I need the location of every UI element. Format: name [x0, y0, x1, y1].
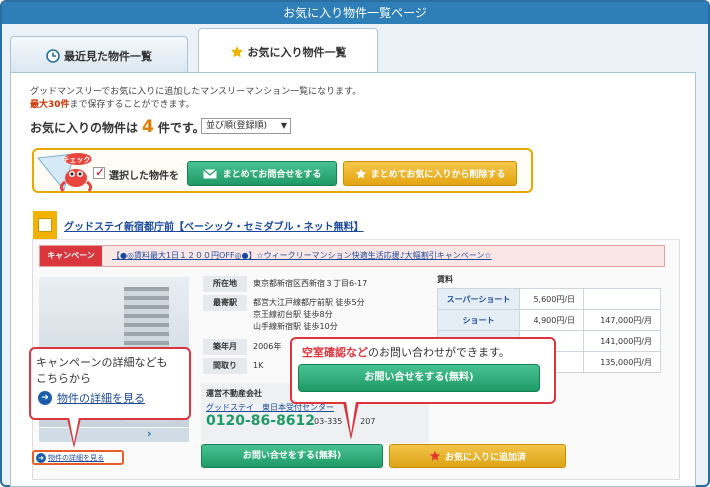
mascot-lobster-icon: チェック! — [37, 153, 94, 192]
callout-detail-link[interactable]: ➜ 物件の詳細を見る — [38, 390, 145, 406]
chevron-down-icon: ▼ — [280, 121, 287, 130]
max-count-label: 最大30件 — [30, 100, 70, 110]
intro-text: グッドマンスリーでお気に入りに追加したマンスリーマンション一覧になります。 — [30, 87, 362, 97]
select-checkbox[interactable]: ✓ — [93, 165, 106, 179]
sort-select[interactable]: 並び順(登録順) ▼ — [201, 118, 291, 134]
contact-button[interactable]: お問い合せをする(無料) — [201, 444, 383, 468]
callout-text: こちらから — [36, 372, 91, 385]
checkmark-icon: ✓ — [95, 165, 106, 179]
table-row: ショート 4,900円/日 147,000円/月 — [437, 309, 661, 331]
tab-favorites[interactable]: お気に入り物件一覧 — [198, 28, 378, 74]
arrow-right-icon: ➜ — [38, 391, 52, 405]
tab-recently-viewed[interactable]: 最近見た物件一覧 — [10, 36, 188, 74]
layout-value: 1K — [253, 361, 264, 370]
agent-label: 運営不動産会社 — [206, 389, 262, 398]
count-number: 4 — [142, 117, 154, 137]
tab-label: 最近見た物件一覧 — [64, 49, 152, 63]
bulk-remove-button[interactable]: まとめてお気に入りから削除する — [343, 161, 517, 186]
layout-label: 間取り — [203, 358, 247, 374]
property-title-link[interactable]: グッドステイ新宿都庁前【ベーシック・セミダブル・ネット無料】 — [64, 218, 364, 233]
arrow-right-icon: ➜ — [36, 452, 46, 463]
campaign-badge: キャンペーン — [40, 246, 102, 266]
mascot-badge-text: チェック! — [62, 155, 93, 164]
address-value: 東京都新宿区西新宿３丁目6-17 — [253, 279, 368, 288]
callout-text: 空室確認などのお問い合わせができます。 — [302, 346, 510, 359]
page-title: お気に入り物件一覧ページ — [2, 2, 708, 24]
tab-label: お気に入り物件一覧 — [247, 45, 347, 59]
favorite-added-button[interactable]: お気に入りに追加済 — [389, 444, 566, 468]
station-value: 京王線初台駅 徒歩8分 — [253, 310, 333, 319]
clock-icon — [46, 48, 60, 63]
property-detail-link[interactable]: ➜ 物件の詳細を見る — [32, 450, 124, 465]
mail-icon — [202, 168, 217, 178]
selected-label: 選択した物件を — [109, 171, 179, 182]
station-label: 最寄駅 — [203, 295, 247, 311]
built-label: 築年月 — [203, 339, 247, 355]
star-icon — [230, 45, 243, 57]
intro-limit: 最大30件まで保存することができます。 — [30, 100, 195, 110]
station-value: 山手線新宿駅 徒歩10分 — [253, 322, 338, 331]
table-row: スーパーショート 5,600円/日 — [437, 288, 661, 310]
agent-phone: 0120-86-8612 — [206, 413, 316, 429]
campaign-link[interactable]: 【●◎賃料最大1日１２００円OFF◎●】☆ウィークリーマンション快適生活応援♪大… — [112, 250, 492, 261]
property-checkbox[interactable] — [33, 211, 57, 239]
station-value: 都営大江戸線都庁前駅 徒歩5分 — [253, 298, 365, 307]
star-icon — [429, 450, 441, 461]
callout-contact-button[interactable]: お問い合せをする(無料) — [298, 364, 540, 392]
built-value: 2006年 — [253, 342, 282, 351]
star-icon — [355, 168, 366, 178]
rent-label: 賃料 — [437, 275, 453, 284]
address-label: 所在地 — [203, 276, 247, 292]
callout-text: キャンペーンの詳細なども — [36, 356, 168, 369]
favorite-count: お気に入りの物件は 4 件です。 — [30, 117, 205, 137]
photo-nav-bar: › — [39, 427, 189, 442]
chevron-right-icon[interactable]: › — [147, 427, 152, 440]
bulk-contact-button[interactable]: まとめてお問合せをする — [187, 161, 337, 186]
